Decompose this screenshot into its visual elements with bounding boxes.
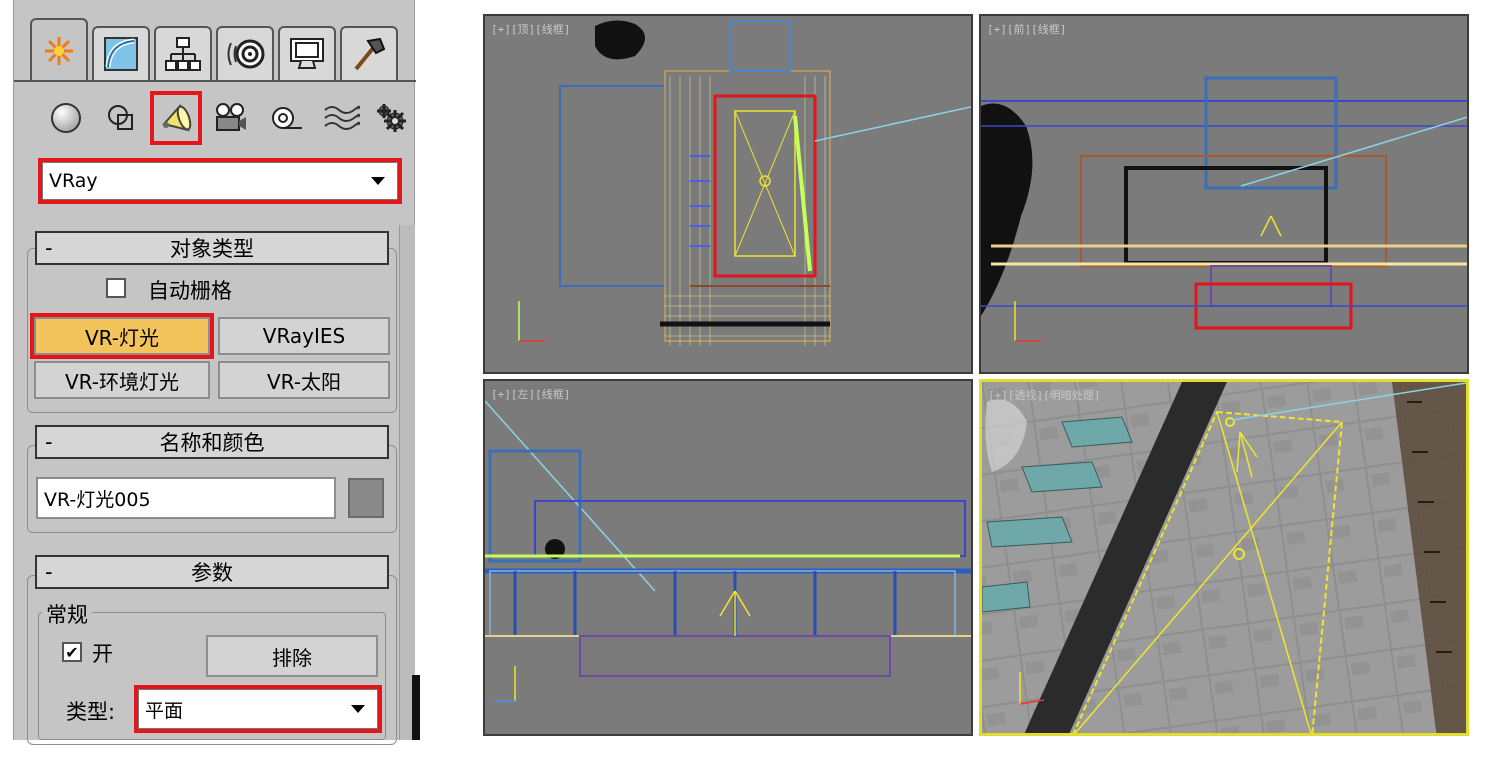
command-panel: VRay - 对象类型 自动栅格 VR-灯光 VRayIES VR-环境灯光 V… — [13, 0, 420, 745]
top-viewport[interactable]: [+][顶][线框] — [483, 14, 973, 374]
collapse-icon: - — [45, 560, 53, 584]
object-type-title: 对象类型 — [170, 237, 254, 261]
camera-icon — [216, 103, 246, 131]
panel-scrollbar-thumb[interactable] — [412, 675, 420, 740]
parameters-title: 参数 — [191, 561, 233, 585]
chevron-down-icon — [351, 705, 365, 713]
vrayies-button[interactable]: VRayIES — [218, 317, 390, 355]
perspective-viewport[interactable]: [+][透视][明暗处理] — [979, 379, 1469, 736]
motion-wheel-icon — [227, 39, 265, 69]
cameras-category[interactable] — [209, 95, 253, 141]
tab-divider — [14, 80, 416, 82]
object-name-value: VR-灯光005 — [44, 488, 151, 511]
autogrid-label: 自动栅格 — [148, 279, 232, 303]
left-viewport[interactable]: [+][左][线框] — [483, 379, 973, 736]
panel-scrollbar[interactable] — [399, 225, 415, 740]
chevron-down-icon — [371, 177, 385, 185]
sun-star-icon — [45, 37, 73, 65]
modify-tab[interactable] — [92, 26, 150, 80]
spotlight-icon — [162, 104, 192, 132]
exclude-button[interactable]: 排除 — [206, 635, 378, 677]
tape-helper-icon — [272, 107, 302, 129]
name-color-title: 名称和颜色 — [159, 431, 265, 455]
left-viewport-scene — [485, 400, 971, 702]
command-panel-tabs — [30, 18, 416, 82]
light-shape-value: 平面 — [145, 699, 184, 722]
modify-curve-icon — [104, 37, 138, 71]
light-on-label: 开 — [92, 642, 113, 666]
object-color-swatch[interactable] — [348, 478, 384, 518]
perspective-viewport-scene — [982, 382, 1466, 733]
perspective-viewport-label[interactable]: [+][透视][明暗处理] — [988, 387, 1100, 403]
display-tab[interactable] — [278, 26, 336, 80]
hierarchy-icon — [165, 37, 201, 71]
shapes-icon — [108, 105, 133, 130]
space-warps-category[interactable] — [319, 95, 363, 141]
front-viewport-scene — [981, 76, 1467, 342]
vr-sun-button[interactable]: VR-太阳 — [218, 361, 390, 399]
lights-category[interactable] — [150, 91, 202, 145]
autogrid-checkbox[interactable] — [106, 278, 126, 298]
object-categories — [44, 91, 414, 145]
general-group-label: 常规 — [42, 599, 92, 629]
top-viewport-scene — [518, 20, 971, 346]
check-mark-icon: ✔ — [65, 642, 79, 662]
collapse-icon: - — [45, 236, 53, 260]
shapes-category[interactable] — [99, 95, 143, 141]
gear-cluster-icon — [377, 104, 406, 132]
geometry-category[interactable] — [44, 95, 88, 141]
helpers-category[interactable] — [264, 95, 308, 141]
wave-icon — [324, 105, 360, 130]
display-monitor-icon — [290, 38, 324, 69]
create-tab[interactable] — [30, 18, 88, 82]
systems-category[interactable] — [370, 95, 414, 141]
light-shape-dropdown[interactable]: 平面 — [134, 685, 382, 733]
name-color-rollout-header[interactable]: - 名称和颜色 — [35, 425, 389, 459]
object-name-input[interactable]: VR-灯光005 — [36, 477, 336, 519]
hierarchy-tab[interactable] — [154, 26, 212, 80]
type-label: 类型: — [66, 700, 116, 724]
light-on-checkbox[interactable]: ✔ — [62, 642, 82, 662]
sphere-icon — [51, 103, 81, 133]
object-type-rollout-header[interactable]: - 对象类型 — [35, 231, 389, 265]
light-type-dropdown[interactable]: VRay — [38, 158, 402, 204]
collapse-icon: - — [45, 430, 53, 454]
front-viewport[interactable]: [+][前][线框] — [979, 14, 1469, 374]
vr-light-button[interactable]: VR-灯光 — [30, 313, 214, 359]
parameters-rollout-header[interactable]: - 参数 — [35, 555, 389, 589]
vr-ambient-light-button[interactable]: VR-环境灯光 — [34, 361, 210, 399]
hammer-icon — [354, 37, 386, 71]
motion-tab[interactable] — [216, 26, 274, 80]
light-type-dropdown-value: VRay — [49, 170, 98, 192]
utilities-tab[interactable] — [340, 26, 398, 80]
